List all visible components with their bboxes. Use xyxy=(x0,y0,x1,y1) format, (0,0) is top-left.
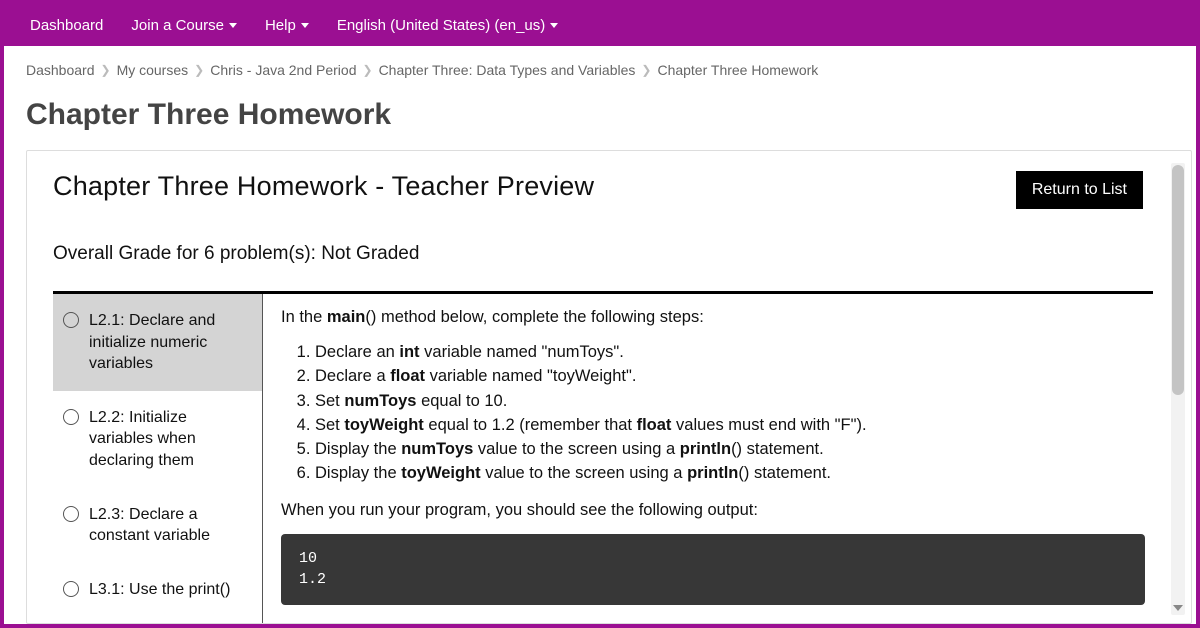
radio-icon xyxy=(63,506,79,522)
overall-grade: Overall Grade for 6 problem(s): Not Grad… xyxy=(53,243,1183,265)
breadcrumb-item[interactable]: Chapter Three Homework xyxy=(657,62,818,78)
scroll-thumb[interactable] xyxy=(1172,165,1184,395)
text: () method below, complete the following … xyxy=(365,308,703,326)
chevron-down-icon xyxy=(301,23,309,28)
top-navbar: Dashboard Join a Course Help English (Un… xyxy=(4,4,1196,46)
breadcrumb: Dashboard ❯ My courses ❯ Chris - Java 2n… xyxy=(4,46,1196,94)
nav-language-label: English (United States) (en_us) xyxy=(337,17,545,34)
text-bold: int xyxy=(399,343,419,361)
text: In the xyxy=(281,308,327,326)
detail-steps: Declare an int variable named "numToys".… xyxy=(315,341,1145,485)
text: () statement. xyxy=(738,464,831,482)
grade-value: Not Graded xyxy=(321,243,419,264)
chevron-down-icon xyxy=(229,23,237,28)
grade-label: Overall Grade for 6 problem(s): xyxy=(53,243,321,264)
nav-dashboard-label: Dashboard xyxy=(30,17,103,34)
text-bold: numToys xyxy=(401,440,473,458)
nav-dashboard[interactable]: Dashboard xyxy=(16,7,117,44)
radio-icon xyxy=(63,312,79,328)
breadcrumb-item[interactable]: Dashboard xyxy=(26,62,95,78)
text: equal to 1.2 (remember that xyxy=(424,416,637,434)
text-bold: float xyxy=(637,416,672,434)
problem-item[interactable]: L3.1: Use the print() xyxy=(53,563,262,617)
problem-item-label: L2.1: Declare and initialize numeric var… xyxy=(89,310,252,375)
text: values must end with "F"). xyxy=(671,416,866,434)
chevron-right-icon: ❯ xyxy=(194,63,204,77)
text: variable named "numToys". xyxy=(420,343,624,361)
chevron-down-icon xyxy=(1173,605,1183,611)
text: () statement. xyxy=(731,440,824,458)
nav-language[interactable]: English (United States) (en_us) xyxy=(323,7,572,44)
list-item: Set numToys equal to 10. xyxy=(315,390,1145,412)
list-item: Display the numToys value to the screen … xyxy=(315,438,1145,460)
chevron-right-icon: ❯ xyxy=(363,63,373,77)
nav-help-label: Help xyxy=(265,17,296,34)
detail-outro: When you run your program, you should se… xyxy=(281,501,1145,520)
chevron-right-icon: ❯ xyxy=(101,63,111,77)
return-to-list-button[interactable]: Return to List xyxy=(1016,171,1143,209)
text-bold: toyWeight xyxy=(401,464,480,482)
text: equal to 10. xyxy=(416,392,507,410)
problem-item[interactable]: L2.3: Declare a constant variable xyxy=(53,488,262,563)
text-bold: float xyxy=(390,367,425,385)
scrollbar[interactable] xyxy=(1171,163,1185,615)
text-bold: numToys xyxy=(344,392,416,410)
problem-item[interactable]: L2.1: Declare and initialize numeric var… xyxy=(53,294,262,391)
problem-item[interactable]: L2.2: Initialize variables when declarin… xyxy=(53,391,262,488)
chevron-right-icon: ❯ xyxy=(641,63,651,77)
text: Set xyxy=(315,392,344,410)
nav-join-course[interactable]: Join a Course xyxy=(117,7,251,44)
list-item: Declare a float variable named "toyWeigh… xyxy=(315,365,1145,387)
content-card: Chapter Three Homework - Teacher Preview… xyxy=(26,150,1192,624)
card-title: Chapter Three Homework - Teacher Preview xyxy=(53,171,594,202)
text: Display the xyxy=(315,464,401,482)
breadcrumb-item[interactable]: My courses xyxy=(117,62,189,78)
breadcrumb-item[interactable]: Chapter Three: Data Types and Variables xyxy=(379,62,636,78)
text: variable named "toyWeight". xyxy=(425,367,636,385)
text: Set xyxy=(315,416,344,434)
radio-icon xyxy=(63,409,79,425)
text: value to the screen using a xyxy=(481,464,687,482)
text: Display the xyxy=(315,440,401,458)
problem-detail: In the main() method below, complete the… xyxy=(263,294,1153,623)
problem-list: L2.1: Declare and initialize numeric var… xyxy=(53,294,263,623)
nav-help[interactable]: Help xyxy=(251,7,323,44)
problem-item-label: L2.3: Declare a constant variable xyxy=(89,504,252,547)
text: value to the screen using a xyxy=(473,440,679,458)
list-item: Declare an int variable named "numToys". xyxy=(315,341,1145,363)
nav-join-label: Join a Course xyxy=(131,17,224,34)
text: Declare a xyxy=(315,367,390,385)
text: Declare an xyxy=(315,343,399,361)
chevron-down-icon xyxy=(550,23,558,28)
detail-intro: In the main() method below, complete the… xyxy=(281,308,1145,327)
problem-item-label: L2.2: Initialize variables when declarin… xyxy=(89,407,252,472)
text-bold: println xyxy=(680,440,731,458)
text-bold: main xyxy=(327,308,366,326)
list-item: Set toyWeight equal to 1.2 (remember tha… xyxy=(315,414,1145,436)
radio-icon xyxy=(63,581,79,597)
breadcrumb-item[interactable]: Chris - Java 2nd Period xyxy=(210,62,356,78)
text-bold: println xyxy=(687,464,738,482)
text-bold: toyWeight xyxy=(344,416,423,434)
page-title: Chapter Three Homework xyxy=(4,94,1196,150)
list-item: Display the toyWeight value to the scree… xyxy=(315,462,1145,484)
scroll-down-button[interactable] xyxy=(1171,601,1185,615)
expected-output: 10 1.2 xyxy=(281,534,1145,606)
problem-item-label: L3.1: Use the print() xyxy=(89,579,252,601)
